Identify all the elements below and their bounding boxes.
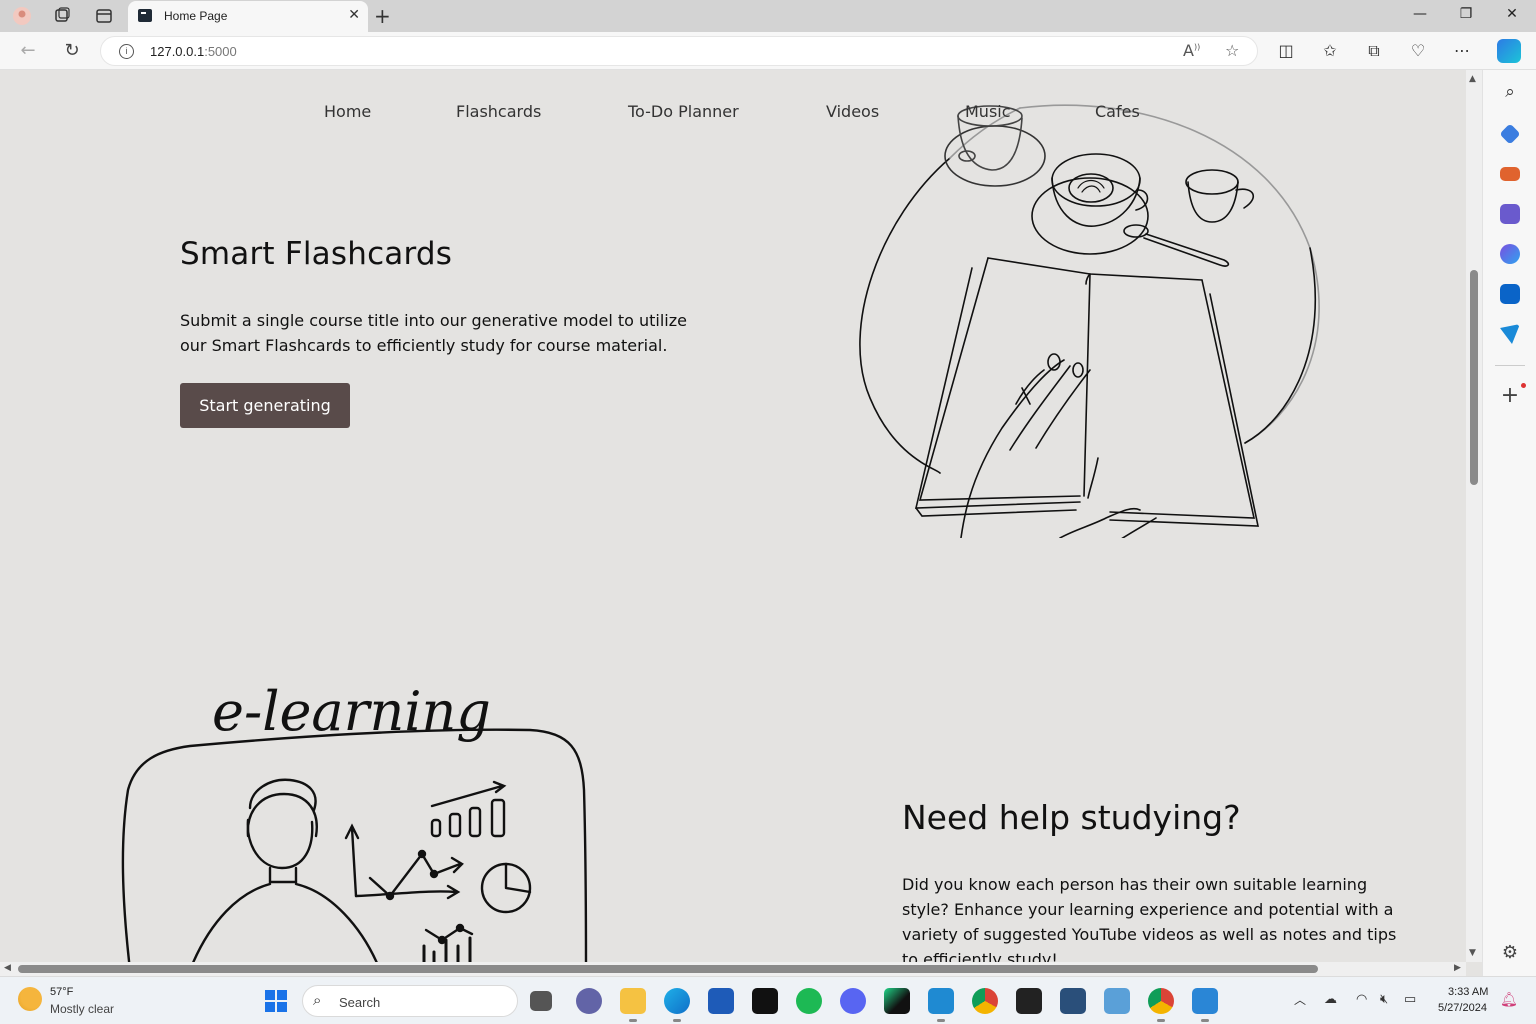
browser-toolbar: ← ↻ i 127.0.0.1:5000 A)) ☆ ◫ ✩ ⧉ ♡ ⋯ [0,32,1536,70]
settings-gear-icon[interactable]: ⚙ [1500,942,1520,963]
refresh-icon[interactable]: ↻ [61,40,83,61]
weather-condition[interactable]: Mostly clear [50,1002,114,1016]
vscode-icon[interactable] [928,988,954,1022]
vertical-scroll-thumb[interactable] [1470,270,1478,485]
battery-icon[interactable]: ▭ [1404,991,1416,1007]
help-title: Need help studying? [902,798,1241,837]
edge-sidebar: ⌕ + ⚙ [1482,70,1536,976]
tab-title: Home Page [164,9,228,23]
discord-icon[interactable] [840,988,866,1014]
address-bar[interactable]: i 127.0.0.1:5000 A)) ☆ [100,36,1258,66]
close-icon[interactable]: ✕ [348,7,360,23]
collections-icon[interactable]: ⧉ [1363,41,1385,61]
terminal-favicon-icon [138,9,152,22]
nav-link-videos[interactable]: Videos [826,102,879,121]
volume-muted-icon[interactable]: 🔇︎ [1380,991,1388,1007]
clock-date[interactable]: 5/27/2024 [1438,1002,1487,1014]
nav-link-home[interactable]: Home [324,102,371,121]
chrome-profile-icon[interactable] [1148,988,1174,1022]
teams-icon[interactable] [576,988,602,1014]
profile-icon[interactable] [12,6,32,26]
wifi-icon[interactable]: ◠ [1356,991,1367,1007]
favorites-icon[interactable]: ✩ [1319,41,1341,60]
mysql-workbench-icon[interactable] [1060,988,1086,1014]
windows-taskbar: 57°F Mostly clear ⌕ Search ︿ ☁ ◠ 🔇︎ ▭ 3:… [0,976,1536,1024]
onedrive-icon[interactable]: ☁ [1324,991,1337,1007]
help-description: Did you know each person has their own s… [902,875,1397,962]
pycharm-icon[interactable] [884,988,910,1014]
chrome-icon[interactable] [972,988,998,1014]
vertical-scrollbar[interactable]: ▲ ▼ [1466,70,1482,962]
weather-moon-icon[interactable] [18,987,42,1011]
tab-home-page[interactable]: Home Page ✕ [128,1,368,32]
windows-start-icon[interactable] [265,990,287,1012]
games-icon[interactable] [1500,204,1520,224]
taskbar-search-placeholder: Search [339,995,381,1010]
favorite-star-icon[interactable]: ☆ [1225,41,1239,60]
read-aloud-icon[interactable]: A)) [1183,41,1200,60]
send-icon[interactable] [1500,324,1520,344]
search-icon: ⌕ [313,992,322,1009]
tab-bar: Home Page ✕ + — ❐ ✕ [0,0,1536,32]
task-view-icon[interactable] [530,991,552,1011]
maximize-icon[interactable]: ❐ [1456,6,1476,22]
site-nav: Home Flashcards To-Do Planner Videos Mus… [0,102,1466,124]
control-panel-icon[interactable] [1104,988,1130,1014]
add-icon[interactable]: + [1500,385,1520,407]
sidebar-divider [1495,365,1525,366]
elearning-illustration: e-learning [121,680,588,962]
nav-link-cafes[interactable]: Cafes [1095,102,1140,121]
workspaces-icon[interactable] [52,6,72,26]
coffee-book-illustration [859,104,1320,538]
spotify-icon[interactable] [796,988,822,1014]
url-text[interactable]: 127.0.0.1:5000 [150,44,237,59]
microsoft365-icon[interactable] [1500,244,1520,264]
nav-link-todo-planner[interactable]: To-Do Planner [628,102,739,121]
elearning-text: e-learning [212,680,491,743]
horizontal-scrollbar[interactable]: ◀ ▶ [0,962,1466,976]
scroll-right-icon[interactable]: ▶ [1454,963,1461,973]
minimize-icon[interactable]: — [1410,6,1430,22]
split-screen-icon[interactable]: ◫ [1275,41,1297,60]
back-icon[interactable]: ← [17,40,39,61]
file-explorer-icon[interactable] [620,988,646,1022]
horizontal-scroll-thumb[interactable] [18,965,1318,973]
clock-time[interactable]: 3:33 AM [1448,986,1488,998]
chevron-up-icon[interactable]: ︿ [1294,991,1306,1008]
scroll-down-icon[interactable]: ▼ [1469,948,1476,958]
scroll-up-icon[interactable]: ▲ [1469,74,1476,84]
shopping-tag-icon[interactable] [1499,123,1521,145]
nav-link-flashcards[interactable]: Flashcards [456,102,541,121]
nav-link-music[interactable]: Music [965,102,1011,121]
search-icon[interactable]: ⌕ [1500,82,1520,102]
close-window-icon[interactable]: ✕ [1502,6,1522,22]
notification-dot [1521,383,1526,388]
terminal-icon[interactable] [1016,988,1042,1014]
taskbar-search[interactable]: ⌕ Search [302,985,518,1017]
browser-essentials-icon[interactable]: ♡ [1407,41,1429,60]
plus-icon[interactable]: + [374,4,391,28]
url-port: :5000 [204,44,237,59]
more-icon[interactable]: ⋯ [1451,41,1473,60]
tools-briefcase-icon[interactable] [1500,167,1520,181]
hero-description: Submit a single course title into our ge… [180,311,687,355]
tab-actions-icon[interactable] [94,6,114,26]
microsoft-store-icon[interactable] [708,988,734,1014]
page-viewport: Home Flashcards To-Do Planner Videos Mus… [0,70,1466,962]
photos-icon[interactable] [1192,988,1218,1022]
url-host: 127.0.0.1 [150,44,205,59]
netflix-icon[interactable] [752,988,778,1014]
start-generating-button[interactable]: Start generating [180,383,350,428]
notification-bell-icon[interactable]: 🔔︎ [1500,991,1518,1008]
info-icon[interactable]: i [119,44,134,59]
scroll-left-icon[interactable]: ◀ [4,963,11,973]
edge-icon[interactable] [664,988,690,1022]
hero-title: Smart Flashcards [180,236,453,272]
outlook-icon[interactable] [1500,284,1520,304]
weather-temperature[interactable]: 57°F [50,986,73,998]
copilot-icon[interactable] [1497,39,1521,63]
